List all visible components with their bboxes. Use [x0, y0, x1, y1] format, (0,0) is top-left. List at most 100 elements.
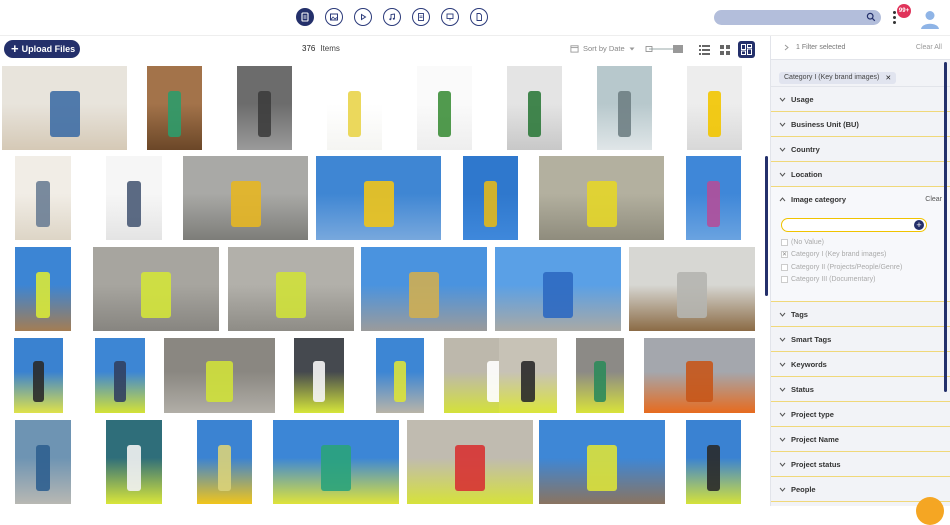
thumbnail-glass-atrium-stairs[interactable] [597, 66, 652, 150]
upload-label: Upload Files [21, 44, 76, 54]
thumbnail-empty-concrete-hall-workers[interactable] [164, 338, 275, 413]
thumbnail-subject [676, 272, 708, 319]
thumbnail-size-slider[interactable] [645, 45, 685, 53]
thumbnail-person-sitting-on-blocks[interactable] [2, 66, 127, 150]
filter-section-status[interactable]: Status [771, 377, 950, 402]
thumbnail-subject [617, 91, 632, 138]
checkbox[interactable] [781, 276, 788, 284]
thumbnail-person-yellow-jacket-white-wall[interactable] [687, 66, 742, 150]
chevron-down-icon [779, 487, 786, 492]
filter-section-keywords[interactable]: Keywords [771, 352, 950, 377]
thumbnail-worker-with-drill[interactable] [376, 338, 424, 413]
thumbnail-subject [706, 445, 721, 492]
close-icon[interactable]: ✕ [885, 74, 891, 82]
thumbnail-person-back-of-head[interactable] [106, 156, 162, 240]
category-option[interactable]: Category III (Documentary) [781, 274, 940, 287]
thumbnail-subject [394, 360, 406, 402]
thumbnail-worker-gravel-standing[interactable] [499, 338, 557, 413]
thumbnail-worker-white-helmet-glasses[interactable] [14, 338, 63, 413]
thumbnail-worker-sky-helmet[interactable] [686, 420, 741, 504]
category-option[interactable]: ✕ Category I (Key brand images) [781, 249, 940, 262]
thumbnail-subject [206, 360, 233, 402]
thumbnail-subject [230, 181, 261, 228]
thumbnail-person-yellow-sweater-profile[interactable] [327, 66, 382, 150]
thumbnail-concrete-wall-yellow-pipes[interactable] [183, 156, 308, 240]
category-option[interactable]: Category II (Projects/People/Genre) [781, 261, 940, 274]
thumbnail-workers-crouching-gravel[interactable] [407, 420, 533, 504]
filter-section-country[interactable]: Country [771, 137, 950, 162]
thumbnail-scaffold-worker[interactable] [15, 247, 71, 331]
help-button[interactable] [916, 497, 944, 525]
category-search-input[interactable]: + [781, 218, 927, 232]
thumbnail-worker-on-phone[interactable] [95, 338, 145, 413]
presentation-icon[interactable] [441, 8, 459, 26]
clear-all-button[interactable]: Clear All [916, 44, 942, 51]
filter-section-tags[interactable]: Tags [771, 302, 950, 327]
clear-category-button[interactable]: Clear [925, 196, 942, 203]
file-icon[interactable] [412, 8, 430, 26]
filter-section-location[interactable]: Location [771, 162, 950, 187]
sort-dropdown[interactable]: Sort by Date [570, 44, 635, 53]
thumbnail-worker-teal-scaffold[interactable] [106, 420, 162, 504]
plus-icon: + [11, 41, 19, 56]
thumbnail-subject [686, 360, 713, 402]
page-icon[interactable] [470, 8, 488, 26]
thumbnail-rebar-grid-formwork[interactable] [629, 247, 755, 331]
thumbnail-subject [521, 360, 535, 402]
thumbnail-person-green-on-stairs[interactable] [507, 66, 562, 150]
grid-scrollbar[interactable] [765, 156, 768, 296]
filter-section-smart-tags[interactable]: Smart Tags [771, 327, 950, 352]
document-icon[interactable] [296, 8, 314, 26]
chevron-down-icon [779, 362, 786, 367]
video-icon[interactable] [354, 8, 372, 26]
thumbnail-yellow-pipe-orange-tie[interactable] [316, 156, 441, 240]
thumbnail-concrete-hall-worker[interactable] [93, 247, 219, 331]
checkbox[interactable] [781, 263, 788, 271]
thumbnail-subject [140, 272, 172, 319]
image-icon[interactable] [325, 8, 343, 26]
checkbox[interactable]: ✕ [781, 251, 788, 259]
filter-section-image-category[interactable]: Image category Clear [771, 187, 950, 212]
checkbox[interactable] [781, 238, 788, 246]
thumbnail-worker-green-pipe[interactable] [576, 338, 624, 413]
upload-files-button[interactable]: + Upload Files [4, 40, 80, 58]
thumbnail-subject [127, 181, 141, 228]
thumbnail-blue-cylinder-number[interactable] [15, 420, 71, 504]
thumbnail-workers-with-rebar[interactable] [539, 156, 664, 240]
thumbnail-rebar-structure-worker[interactable] [539, 420, 665, 504]
add-icon[interactable]: + [914, 220, 924, 230]
filter-section-project-type[interactable]: Project type [771, 402, 950, 427]
grid-view-icon[interactable] [718, 43, 731, 56]
thumbnail-subject [527, 91, 542, 138]
thumbnail-concrete-wall-rebar-blue-cable[interactable] [495, 247, 621, 331]
chevron-right-icon[interactable] [783, 44, 790, 51]
thumbnail-yellow-pipe-coil[interactable] [197, 420, 252, 504]
filter-section-project-status[interactable]: Project status [771, 452, 950, 477]
avatar[interactable] [919, 8, 941, 30]
thumbnail-concrete-staircases[interactable] [237, 66, 292, 150]
thumbnail-subject [320, 445, 352, 492]
thumbnail-concrete-hall-two-workers[interactable] [228, 247, 354, 331]
search-icon[interactable] [866, 12, 876, 22]
thumbnail-orange-pipes-stacked[interactable] [644, 338, 755, 413]
category-option[interactable]: (No Value) [781, 236, 940, 249]
search-input[interactable] [714, 10, 881, 25]
thumbnail-person-green-coat-wood-wall[interactable] [147, 66, 202, 150]
filter-panel-scrollbar[interactable] [944, 62, 947, 392]
thumbnail-two-people-on-blocks[interactable] [15, 156, 71, 240]
filter-section-usage[interactable]: Usage [771, 87, 950, 112]
thumbnail-worker-carrying-cable[interactable] [686, 156, 741, 240]
thumbnail-person-green-sweater[interactable] [417, 66, 472, 150]
thumbnail-worker-pulling-hose[interactable] [273, 420, 399, 504]
filter-section-business-unit[interactable]: Business Unit (BU) [771, 112, 950, 137]
audio-icon[interactable] [383, 8, 401, 26]
masonry-view-icon[interactable] [738, 41, 755, 58]
filter-section-project-name[interactable]: Project Name [771, 427, 950, 452]
thumbnail-worker-smiling-helmet[interactable] [294, 338, 344, 413]
thumbnail-yellow-pipes-blue-sky[interactable] [463, 156, 518, 240]
list-view-icon[interactable] [698, 43, 711, 56]
notification-badge[interactable]: 99+ [897, 4, 911, 18]
thumbnail-concrete-wall-excavator[interactable] [361, 247, 487, 331]
thumbnail-subject [454, 445, 486, 492]
filter-chip: Category I (Key brand images) ✕ [779, 71, 897, 84]
